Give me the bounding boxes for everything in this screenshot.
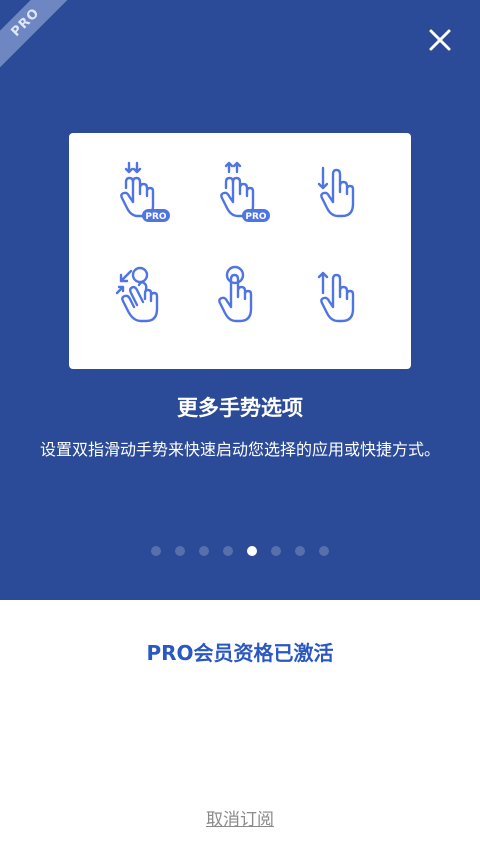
page-dot[interactable] — [319, 546, 329, 556]
cancel-subscription-link[interactable]: 取消订阅 — [0, 805, 480, 830]
pro-icon-badge: PRO — [145, 212, 167, 222]
page-dot[interactable] — [223, 546, 233, 556]
tap-icon — [218, 265, 253, 323]
swipe-up-icon — [317, 271, 355, 323]
feature-title: 更多手势选项 — [177, 396, 303, 420]
close-icon — [429, 29, 451, 51]
pro-icon-badge: PRO — [245, 212, 267, 222]
swipe-down-icon — [317, 166, 355, 218]
page-dot[interactable] — [151, 546, 161, 556]
page-dot[interactable] — [175, 546, 185, 556]
feature-description: 设置双指滑动手势来快速启动您选择的应用或快捷方式。 — [39, 440, 440, 459]
page-dot[interactable] — [271, 546, 281, 556]
page-dot[interactable] — [247, 546, 257, 556]
pro-status-text: PRO会员资格已激活 — [146, 641, 334, 665]
pro-corner-badge: PRO — [0, 0, 78, 75]
gesture-illustration-card: PRO PRO — [69, 133, 411, 369]
two-finger-swipe-down-icon: PRO — [120, 161, 170, 222]
page-dot[interactable] — [199, 546, 209, 556]
page-dot[interactable] — [295, 546, 305, 556]
two-finger-swipe-up-icon: PRO — [220, 161, 270, 222]
close-button[interactable] — [424, 24, 456, 56]
page-indicator[interactable] — [0, 546, 480, 558]
pinch-icon — [115, 266, 159, 323]
feature-hero: PRO PRO PRO 更多手势选项 设置双指滑动手势来快速启动您选择的应用或快… — [0, 0, 480, 600]
